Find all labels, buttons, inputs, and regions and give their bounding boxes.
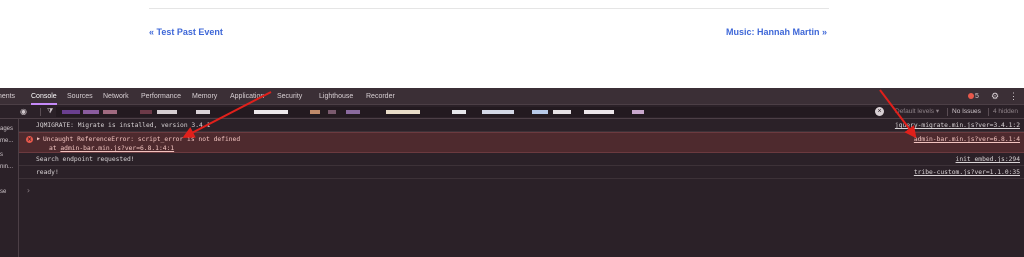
devtools-tab-bar: ments Console Sources Network Performanc… [0, 88, 1024, 105]
message-text: ready! [36, 169, 59, 176]
screenshot-root: « Test Past Event Music: Hannah Martin »… [0, 0, 1024, 257]
message-text: Search endpoint requested! [36, 156, 135, 163]
console-filter-bar: ◉ ⧩ × Default levels ▾ No Issues 4 hidde… [0, 105, 1024, 119]
message-text: JQMIGRATE: Migrate is installed, version… [36, 122, 211, 129]
tab-application[interactable]: Application [230, 88, 264, 105]
console-prompt[interactable]: › [26, 186, 31, 195]
tab-elements[interactable]: ments [0, 88, 15, 105]
console-error-message: × ▶ Uncaught ReferenceError: script_erro… [19, 132, 1024, 153]
stack-prefix: at [49, 145, 61, 152]
sidebar-item-messages[interactable]: ages [0, 126, 18, 132]
stack-link[interactable]: admin-bar.min.js?ver=6.8.1:4:1 [60, 145, 174, 152]
error-count-badge[interactable]: 5 [968, 88, 979, 105]
issues-button[interactable]: No Issues [952, 105, 981, 119]
console-message: JQMIGRATE: Migrate is installed, version… [19, 119, 1024, 132]
devtools-panel: ments Console Sources Network Performanc… [0, 88, 1024, 257]
clear-icon[interactable]: × [875, 107, 884, 116]
tab-security[interactable]: Security [277, 88, 302, 105]
separator [947, 108, 948, 116]
log-levels-dropdown[interactable]: Default levels ▾ [895, 105, 939, 119]
next-event-link[interactable]: Music: Hannah Martin » [726, 27, 827, 37]
error-text: Uncaught ReferenceError: script_error is… [43, 136, 241, 143]
filter-input[interactable] [56, 107, 878, 117]
tab-performance[interactable]: Performance [141, 88, 181, 105]
gear-icon[interactable]: ⚙ [991, 88, 999, 105]
separator [40, 108, 41, 116]
previous-event-link[interactable]: « Test Past Event [149, 27, 223, 37]
error-icon [968, 93, 974, 99]
message-source-link[interactable]: init_embed.js:294 [956, 156, 1020, 163]
expand-caret-icon[interactable]: ▶ [37, 136, 40, 142]
console-message: ready! tribe-custom.js?ver=1.1.0:35 [19, 166, 1024, 179]
tab-console[interactable]: Console [31, 88, 57, 105]
message-source-link[interactable]: tribe-custom.js?ver=1.1.0:35 [914, 169, 1020, 176]
error-count: 5 [975, 93, 979, 100]
funnel-icon[interactable]: ⧩ [47, 105, 53, 119]
sidebar-item-verbose[interactable]: se [0, 189, 18, 195]
sidebar-item-warnings[interactable]: nin... [0, 164, 18, 170]
divider [149, 8, 829, 9]
console-message: Search endpoint requested! init_embed.js… [19, 153, 1024, 166]
message-source-link[interactable]: admin-bar.min.js?ver=6.8.1:4 [914, 136, 1020, 143]
console-sidebar: ages me... s nin... se [0, 119, 19, 257]
sidebar-item-errors[interactable]: s [0, 152, 18, 158]
kebab-menu-icon[interactable]: ⋮ [1009, 88, 1018, 105]
tab-network[interactable]: Network [103, 88, 129, 105]
tab-lighthouse[interactable]: Lighthouse [319, 88, 353, 105]
console-messages: JQMIGRATE: Migrate is installed, version… [19, 119, 1024, 257]
web-page: « Test Past Event Music: Hannah Martin » [0, 0, 1024, 88]
hidden-messages-count: 4 hidden [993, 108, 1018, 115]
tab-recorder[interactable]: Recorder [366, 88, 395, 105]
tab-memory[interactable]: Memory [192, 88, 217, 105]
error-icon: × [26, 136, 33, 143]
separator [988, 108, 989, 116]
sidebar-item-user-messages[interactable]: me... [0, 138, 18, 144]
tab-sources[interactable]: Sources [67, 88, 93, 105]
error-stack-line: at admin-bar.min.js?ver=6.8.1:4:1 [49, 145, 174, 152]
eye-icon[interactable]: ◉ [20, 105, 27, 119]
message-source-link[interactable]: jquery-migrate.min.js?ver=3.4.1:2 [895, 122, 1020, 129]
